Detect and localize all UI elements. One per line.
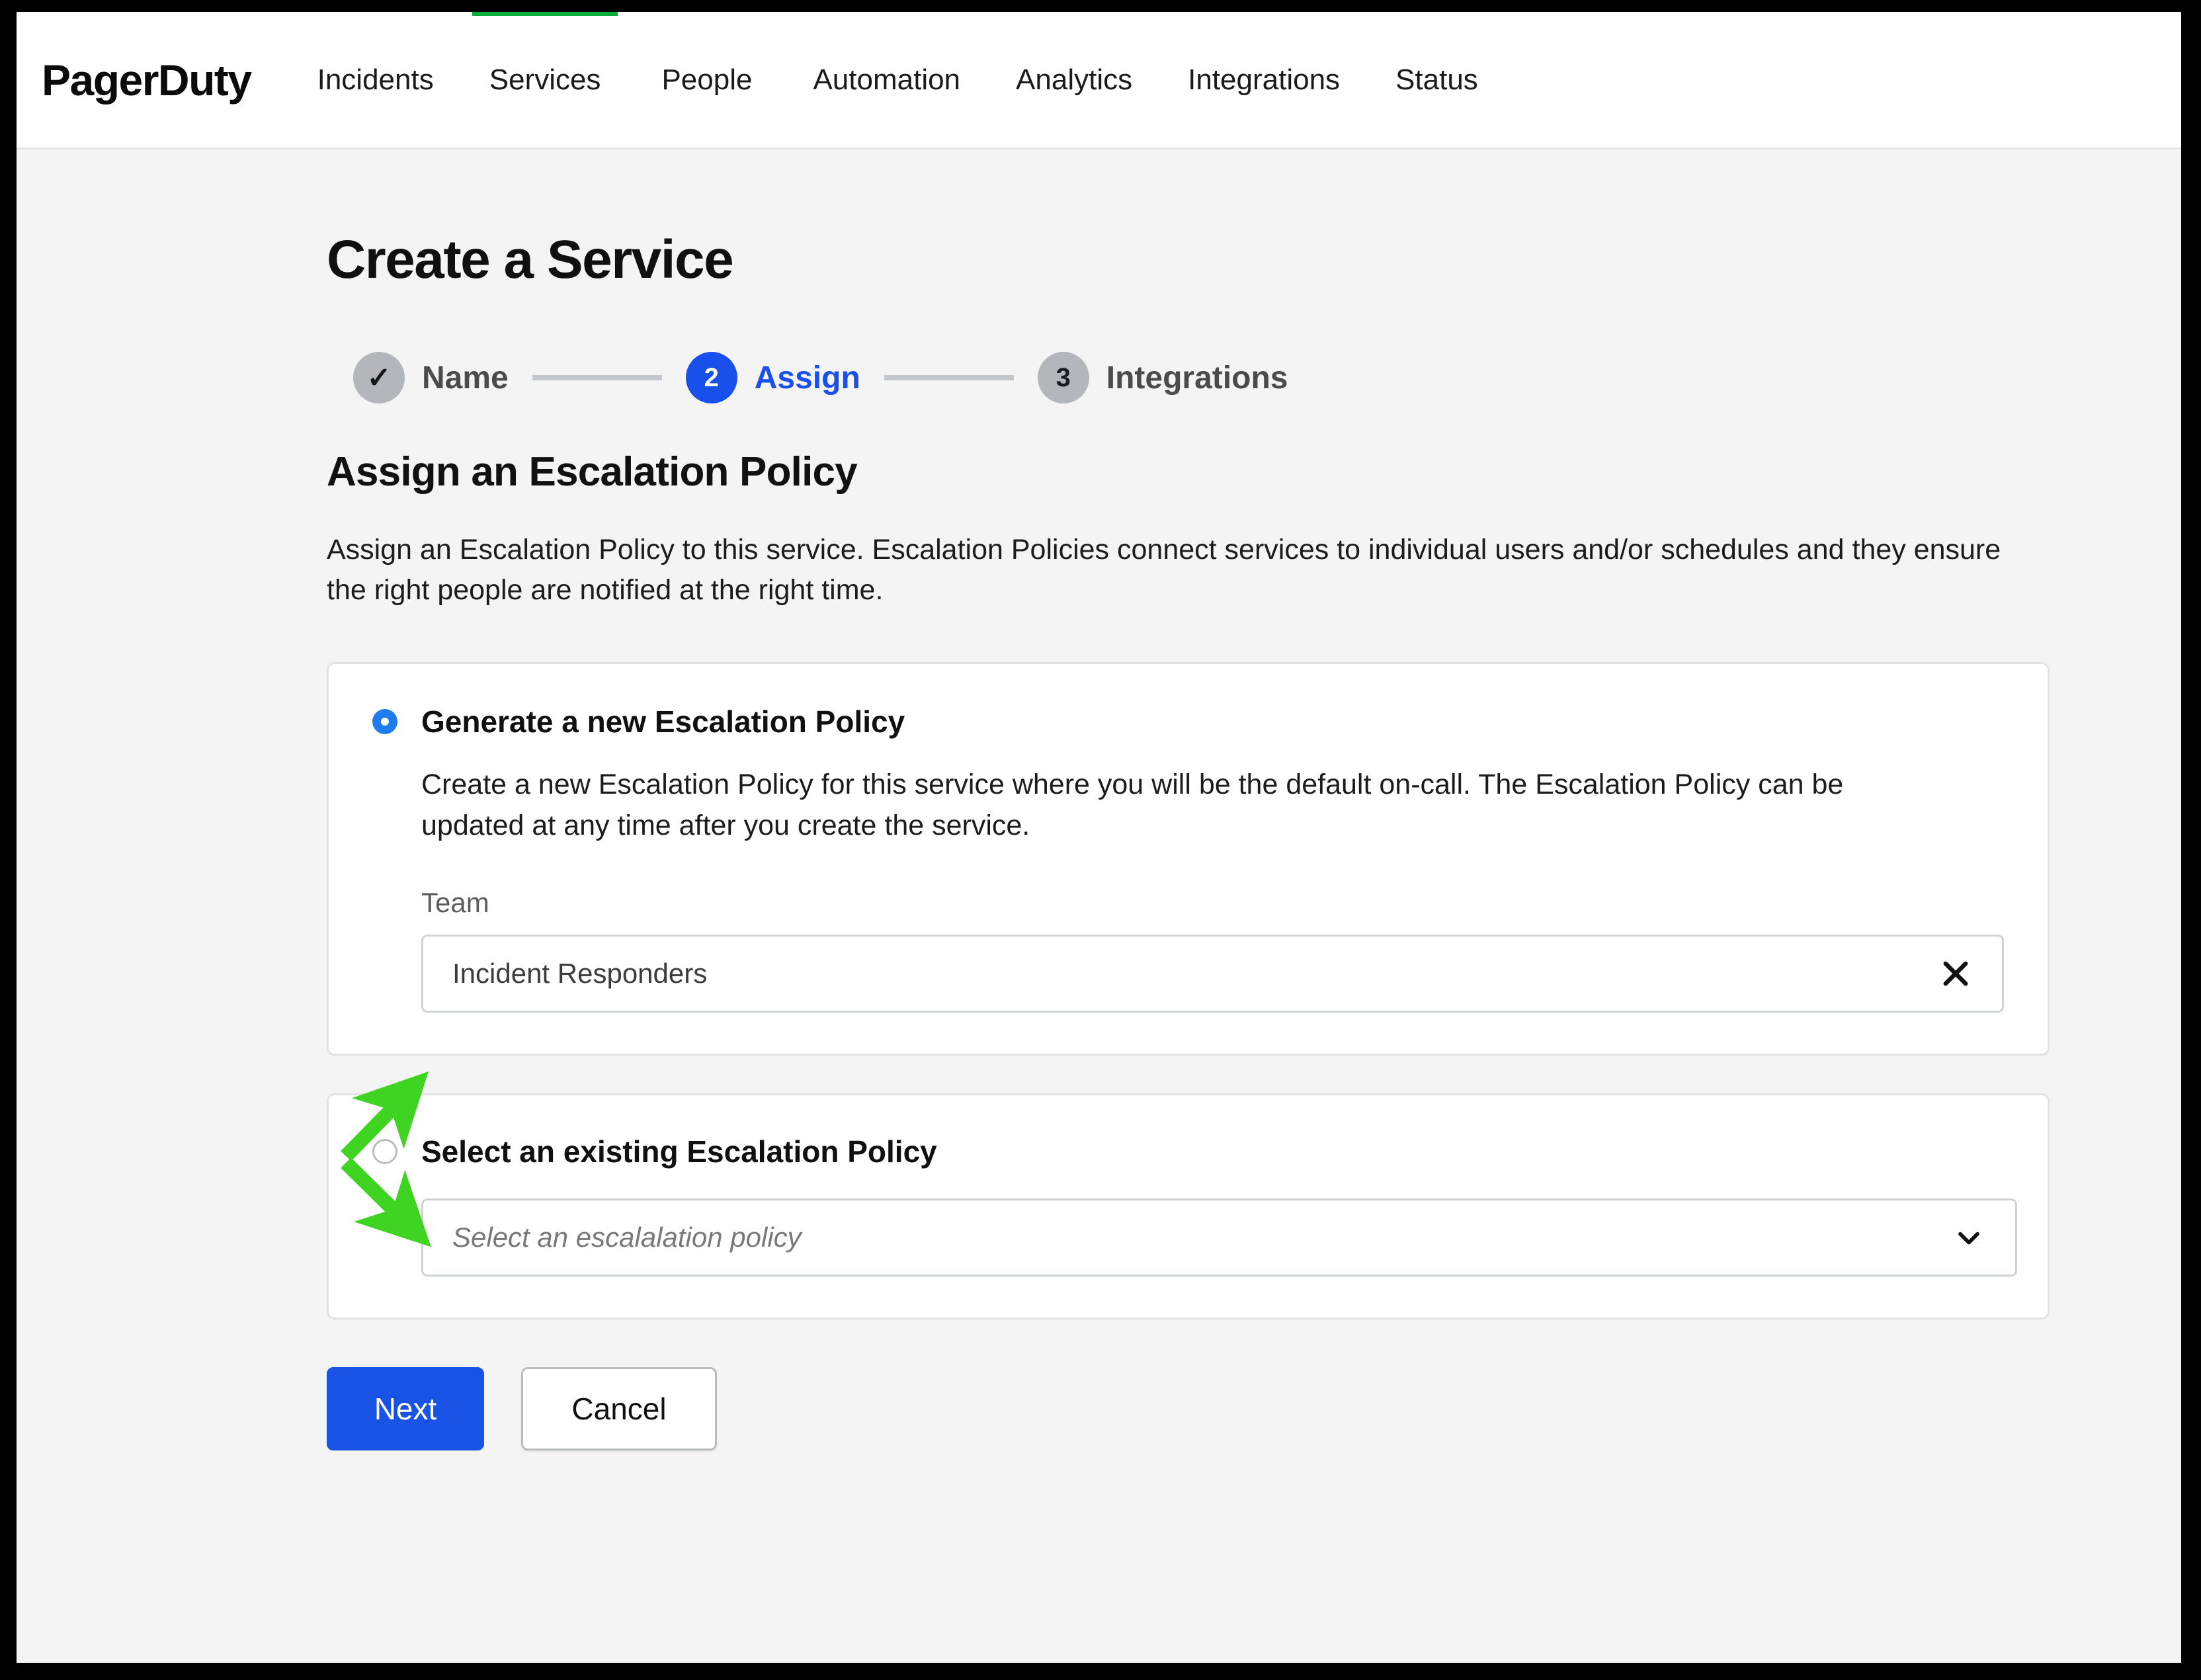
escalation-policy-select-placeholder: Select an escalalation policy [452,1222,802,1253]
team-input[interactable]: Incident Responders [421,935,2004,1013]
page-body: Create a Service ✓ Name 2 Assign 3 Integ… [17,149,2181,1661]
step-integrations[interactable]: 3 Integrations [1037,352,1288,403]
nav-item-people[interactable]: People [628,12,785,147]
step-name[interactable]: ✓ Name [353,352,509,403]
page-title: Create a Service [327,230,734,290]
team-input-value: Incident Responders [452,958,708,989]
generate-policy-body: Create a new Escalation Policy for this … [421,765,2004,1013]
generate-policy-description: Create a new Escalation Policy for this … [421,769,1844,841]
nav-item-analytics[interactable]: Analytics [988,12,1160,147]
app-window: PagerDuty Incidents Services People Auto… [17,12,2181,1663]
generate-policy-card[interactable]: Generate a new Escalation Policy Create … [327,662,2050,1056]
form-actions: Next Cancel [327,1367,2050,1451]
generate-policy-radio-row[interactable]: Generate a new Escalation Policy [372,704,2004,739]
nav-item-automation[interactable]: Automation [785,12,988,147]
select-policy-radio-row[interactable]: Select an existing Escalation Policy [372,1134,2004,1169]
nav-item-label: Services [489,63,601,96]
nav-item-integrations[interactable]: Integrations [1160,12,1368,147]
step-marker: 2 [685,352,737,403]
nav-item-services[interactable]: Services [462,12,629,147]
step-label: Assign [754,360,860,396]
nav-item-label: Incidents [317,63,434,96]
generate-policy-radio[interactable] [372,709,397,735]
nav-item-label: Analytics [1016,63,1133,96]
chevron-down-icon[interactable] [1952,1220,1986,1255]
nav-item-label: People [661,63,753,96]
step-label: Name [422,360,509,396]
nav-item-status[interactable]: Status [1368,12,1506,147]
escalation-policy-select[interactable]: Select an escalalation policy [421,1198,2017,1277]
step-connector [884,375,1014,380]
step-marker-check-icon: ✓ [353,352,405,403]
top-navigation-bar: PagerDuty Incidents Services People Auto… [17,12,2181,149]
pagerduty-logo[interactable]: PagerDuty [42,55,252,105]
close-icon[interactable] [1938,956,1973,991]
next-button[interactable]: Next [327,1367,484,1451]
step-label: Integrations [1106,360,1288,396]
team-field-label: Team [421,887,489,919]
section-description: Assign an Escalation Policy to this serv… [327,534,2001,607]
step-assign[interactable]: 2 Assign [685,352,860,403]
generate-policy-radio-label: Generate a new Escalation Policy [421,704,905,739]
select-policy-radio-label: Select an existing Escalation Policy [421,1134,937,1169]
wizard-stepper: ✓ Name 2 Assign 3 Integrations [353,352,2050,403]
nav-item-label: Integrations [1188,63,1341,96]
nav-items: Incidents Services People Automation Ana… [290,12,1506,147]
select-policy-radio[interactable] [372,1139,397,1165]
nav-item-label: Status [1395,63,1478,96]
section-heading: Assign an Escalation Policy [327,449,858,495]
content-column: Create a Service ✓ Name 2 Assign 3 Integ… [327,149,2050,1451]
nav-item-incidents[interactable]: Incidents [290,12,462,147]
step-connector [532,375,662,380]
select-policy-card[interactable]: Select an existing Escalation Policy Sel… [327,1093,2050,1320]
nav-active-indicator [472,12,618,16]
cancel-button[interactable]: Cancel [521,1367,717,1451]
step-marker: 3 [1037,352,1089,403]
nav-item-label: Automation [813,63,961,96]
